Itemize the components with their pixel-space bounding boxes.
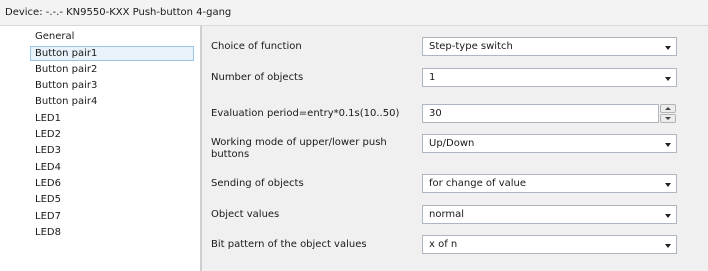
spin-down-button[interactable]: [660, 114, 676, 123]
spin-down-icon: [665, 117, 671, 120]
param-label-bit-pattern: Bit pattern of the object values: [211, 239, 367, 250]
dropdown-value: Step-type switch: [429, 41, 513, 52]
chevron-down-icon: [665, 46, 671, 50]
sidebar-item-led1[interactable]: LED1: [30, 112, 194, 127]
chevron-down-icon: [665, 143, 671, 147]
sidebar-item-led3[interactable]: LED3: [30, 144, 194, 159]
chevron-down-icon: [665, 77, 671, 81]
sidebar-item-led6[interactable]: LED6: [30, 177, 194, 192]
sidebar-item-button-pair2[interactable]: Button pair2: [30, 63, 194, 78]
spin-up-icon: [665, 107, 671, 110]
choice-of-function-dropdown[interactable]: Step-type switch: [422, 37, 677, 56]
dropdown-value: x of n: [429, 239, 458, 250]
param-label-object-values: Object values: [211, 209, 280, 220]
sidebar-item-led8[interactable]: LED8: [30, 226, 194, 241]
bit-pattern-dropdown[interactable]: x of n: [422, 235, 677, 254]
window-title: Device: -.-.- KN9550-KXX Push-button 4-g…: [5, 7, 232, 18]
sidebar-item-button-pair4[interactable]: Button pair4: [30, 95, 194, 110]
param-label-choice-of-function: Choice of function: [211, 41, 302, 52]
evaluation-period-input[interactable]: 30: [422, 104, 659, 123]
sidebar-item-general[interactable]: General: [30, 30, 194, 45]
number-of-objects-dropdown[interactable]: 1: [422, 68, 677, 87]
param-label-working-mode: Working mode of upper/lower push buttons: [211, 137, 387, 160]
spin-up-button[interactable]: [660, 104, 676, 113]
sidebar-item-led2[interactable]: LED2: [30, 128, 194, 143]
title-bar: Device: -.-.- KN9550-KXX Push-button 4-g…: [0, 0, 708, 26]
dropdown-value: for change of value: [429, 178, 527, 189]
param-label-sending-of-objects: Sending of objects: [211, 178, 304, 189]
working-mode-dropdown[interactable]: Up/Down: [422, 134, 677, 153]
param-label-evaluation-period: Evaluation period=entry*0.1s(10..50): [211, 108, 400, 119]
sidebar-item-led7[interactable]: LED7: [30, 210, 194, 225]
sidebar-item-led4[interactable]: LED4: [30, 161, 194, 176]
sending-of-objects-dropdown[interactable]: for change of value: [422, 174, 677, 193]
parameter-panel: Choice of function Step-type switch Numb…: [202, 26, 708, 271]
input-value: 30: [429, 108, 442, 119]
sidebar-item-led5[interactable]: LED5: [30, 193, 194, 208]
object-values-dropdown[interactable]: normal: [422, 205, 677, 224]
evaluation-period-spinner: [660, 104, 677, 123]
dropdown-value: normal: [429, 209, 465, 220]
sidebar: General Button pair1 Button pair2 Button…: [30, 26, 200, 271]
sidebar-item-button-pair3[interactable]: Button pair3: [30, 79, 194, 94]
chevron-down-icon: [665, 214, 671, 218]
param-label-number-of-objects: Number of objects: [211, 72, 304, 83]
dropdown-value: 1: [429, 72, 436, 83]
chevron-down-icon: [665, 244, 671, 248]
sidebar-item-button-pair1[interactable]: Button pair1: [30, 46, 194, 61]
chevron-down-icon: [665, 183, 671, 187]
dropdown-value: Up/Down: [429, 138, 475, 149]
